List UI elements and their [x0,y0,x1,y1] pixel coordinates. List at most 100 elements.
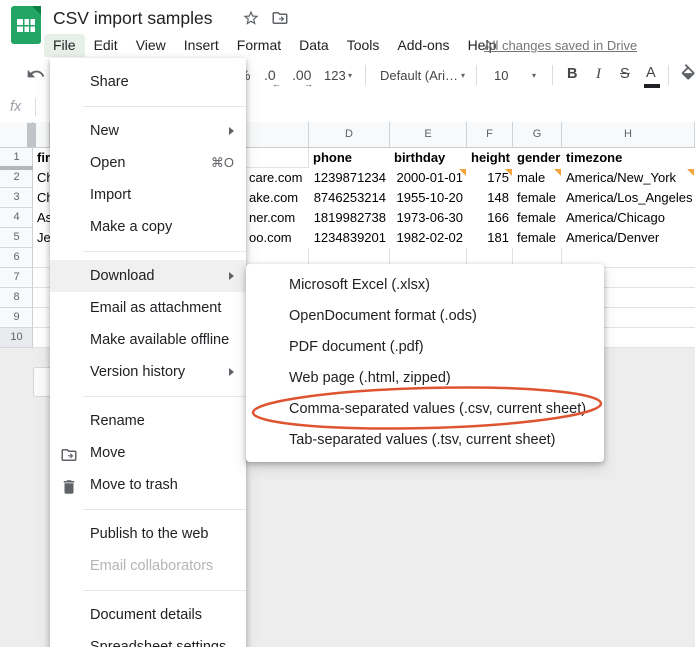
cell-e1[interactable]: birthday [390,148,467,168]
cell-a3[interactable]: Ch [33,188,50,208]
file-menu-item-import[interactable]: Import [50,179,246,211]
cell-d4[interactable]: 1819982738 [309,208,390,228]
file-menu-item-share[interactable]: Share [50,66,246,98]
cell-d1[interactable]: phone [309,148,390,168]
download-item-microsoft-excel-xlsx[interactable]: Microsoft Excel (.xlsx) [246,270,604,301]
cell-c4[interactable]: ner.com [245,208,309,228]
cell-f4[interactable]: 166 [467,208,513,228]
file-menu-item-publish-to-the-web[interactable]: Publish to the web [50,518,246,550]
folder-move-icon[interactable] [271,9,289,27]
menubar-item-insert[interactable]: Insert [175,34,228,57]
download-item-web-page-html-zipped[interactable]: Web page (.html, zipped) [246,363,604,394]
document-title[interactable]: CSV import samples [53,8,213,29]
column-header-c[interactable] [245,122,309,148]
menubar-item-tools[interactable]: Tools [338,34,389,57]
menu-item-label: Make available offline [90,332,230,348]
sheets-logo[interactable] [11,6,41,44]
cell-e3[interactable]: 1955-10-20 [390,188,467,208]
cell-h4[interactable]: America/Chicago [562,208,695,228]
cell-f1[interactable]: height [467,148,513,168]
font-size-select[interactable]: 10 [494,68,508,83]
number-format-menu[interactable]: 123 [324,68,346,83]
cell-h2[interactable]: America/New_York [562,168,695,188]
menu-item-label: Open [90,155,126,171]
row-header-7[interactable]: 7 [0,268,33,288]
download-item-pdf-document-pdf[interactable]: PDF document (.pdf) [246,332,604,363]
cell-a2[interactable]: Ch [33,168,50,188]
column-header-F[interactable]: F [467,122,513,148]
file-menu-item-move-to-trash[interactable]: Move to trash [50,469,246,501]
file-menu-item-spreadsheet-settings[interactable]: Spreadsheet settings [50,631,246,647]
italic-button[interactable]: I [596,66,601,83]
column-header-D[interactable]: D [309,122,390,148]
download-item-comma-separated-values-csv-current-sheet[interactable]: Comma-separated values (.csv, current sh… [246,394,604,425]
file-menu-item-open[interactable]: Open ⌘O [50,147,246,179]
star-icon[interactable] [242,9,260,27]
cell-h3[interactable]: America/Los_Angeles [562,188,695,208]
row-header-1[interactable]: 1 [0,148,33,168]
download-item-opendocument-format-ods[interactable]: OpenDocument format (.ods) [246,301,604,332]
toolbar-divider [365,65,366,85]
menubar-item-edit[interactable]: Edit [85,34,127,57]
row-header-8[interactable]: 8 [0,288,33,308]
row-header-2[interactable]: 2 [0,168,33,188]
file-menu-item-email-as-attachment[interactable]: Email as attachment [50,292,246,324]
menu-item-label: Publish to the web [90,526,209,542]
row-header-10[interactable]: 10 [0,328,33,348]
cell-e4[interactable]: 1973-06-30 [390,208,467,228]
strikethrough-button[interactable]: S [620,66,630,82]
file-menu-item-make-a-copy[interactable]: Make a copy [50,211,246,243]
cell-d5[interactable]: 1234839201 [309,228,390,248]
bold-button[interactable]: B [567,66,577,82]
text-color-swatch [644,84,660,88]
cell-d3[interactable]: 8746253214 [309,188,390,208]
menubar-item-data[interactable]: Data [290,34,338,57]
menubar-item-format[interactable]: Format [228,34,290,57]
cell-g1[interactable]: gender [513,148,562,168]
column-header-H[interactable]: H [562,122,695,148]
file-menu-item-download[interactable]: Download [50,260,246,292]
row-header-9[interactable]: 9 [0,308,33,328]
file-menu-item-make-available-offline[interactable]: Make available offline [50,324,246,356]
cell-f5[interactable]: 181 [467,228,513,248]
font-family-select[interactable]: Default (Ari… [380,68,458,83]
file-menu-item-new[interactable]: New [50,115,246,147]
row-header-5[interactable]: 5 [0,228,33,248]
column-header-E[interactable]: E [390,122,467,148]
undo-icon[interactable] [26,64,46,84]
cell-h1[interactable]: timezone [562,148,695,168]
note-marker [554,169,561,176]
cell-e5[interactable]: 1982-02-02 [390,228,467,248]
column-header-G[interactable]: G [513,122,562,148]
cell-g4[interactable]: female [513,208,562,228]
cell-g5[interactable]: female [513,228,562,248]
cell-g3[interactable]: female [513,188,562,208]
cell-f3[interactable]: 148 [467,188,513,208]
menu-item-label: Download [90,268,155,284]
text-color-button[interactable]: A [646,65,656,81]
menubar-item-add-ons[interactable]: Add-ons [388,34,458,57]
file-menu-item-document-details[interactable]: Document details [50,599,246,631]
file-menu-item-move[interactable]: Move [50,437,246,469]
menubar-item-file[interactable]: File [44,34,85,57]
cell-a1[interactable]: firs [33,148,50,168]
menubar-item-view[interactable]: View [127,34,175,57]
file-menu-item-rename[interactable]: Rename [50,405,246,437]
save-status-link[interactable]: All changes saved in Drive [484,38,637,53]
row-header-3[interactable]: 3 [0,188,33,208]
menu-item-label: New [90,123,120,139]
cell-e2[interactable]: 2000-01-01 [390,168,467,188]
row-header-4[interactable]: 4 [0,208,33,228]
cell-h5[interactable]: America/Denver [562,228,695,248]
download-item-tab-separated-values-tsv-current-sheet[interactable]: Tab-separated values (.tsv, current shee… [246,425,604,456]
cell-c5[interactable]: oo.com [245,228,309,248]
fill-color-icon[interactable] [679,64,695,86]
cell-a5[interactable]: Je [33,228,50,248]
cell-c2[interactable]: care.com [245,168,309,188]
row-header-6[interactable]: 6 [0,248,33,268]
file-menu-item-version-history[interactable]: Version history [50,356,246,388]
cell-a4[interactable]: As [33,208,50,228]
cell-d2[interactable]: 1239871234 [309,168,390,188]
menu-item-label: Share [90,74,129,90]
cell-c3[interactable]: ake.com [245,188,309,208]
